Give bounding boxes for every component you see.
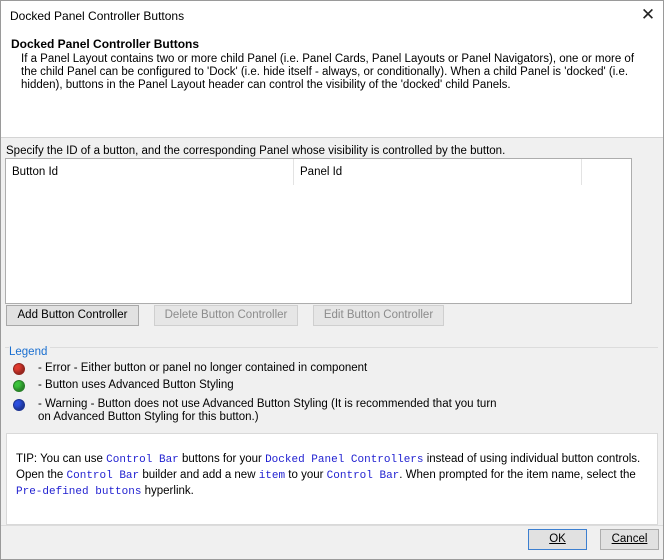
- header-title: Docked Panel Controller Buttons: [11, 37, 200, 51]
- ok-button[interactable]: OK: [528, 529, 587, 550]
- header-panel: Docked Panel Controller Buttons If a Pan…: [1, 31, 663, 138]
- tip-text-part: . When prompted for the item name, selec…: [399, 469, 636, 481]
- tip-text-part: to your: [285, 469, 327, 481]
- success-status-icon: [13, 380, 25, 392]
- tip-code-item: item: [258, 470, 286, 482]
- legend-advanced-styling-text: - Button uses Advanced Button Styling: [38, 379, 234, 391]
- tip-code-control-bar: Control Bar: [106, 454, 179, 466]
- column-header-button-id[interactable]: Button Id: [6, 159, 294, 185]
- button-controller-table[interactable]: Button Id Panel Id: [5, 158, 632, 304]
- instruction-text: Specify the ID of a button, and the corr…: [6, 145, 506, 157]
- tip-code-control-bar: Control Bar: [326, 470, 400, 482]
- tip-code-docked-panel-controllers: Docked Panel Controllers: [265, 454, 424, 466]
- warning-status-icon: [13, 399, 25, 411]
- dialog-window: Docked Panel Controller Buttons ✕ Docked…: [0, 0, 664, 560]
- legend-error-text: - Error - Either button or panel no long…: [38, 362, 368, 374]
- delete-button-controller-button[interactable]: Delete Button Controller: [154, 305, 298, 326]
- tip-text: TIP: You can use Control Bar buttons for…: [16, 452, 651, 500]
- edit-button-controller-button[interactable]: Edit Button Controller: [313, 305, 444, 326]
- add-button-controller-button[interactable]: Add Button Controller: [6, 305, 139, 326]
- legend-warning-text: - Warning - Button does not use Advanced…: [38, 398, 497, 423]
- tip-text-part: hyperlink.: [141, 485, 194, 497]
- title-bar: Docked Panel Controller Buttons ✕: [1, 1, 663, 31]
- footer-divider: [1, 525, 663, 526]
- tip-code-predefined-buttons: Pre-defined buttons: [16, 486, 142, 498]
- window-title: Docked Panel Controller Buttons: [10, 9, 185, 23]
- tip-text-part: buttons for your: [178, 453, 266, 465]
- tip-text-part: TIP: You can use: [16, 453, 107, 465]
- tip-panel: TIP: You can use Control Bar buttons for…: [6, 433, 658, 525]
- error-status-icon: [13, 363, 25, 375]
- tip-code-control-bar: Control Bar: [66, 470, 140, 482]
- legend-label: Legend: [9, 346, 51, 358]
- header-description: If a Panel Layout contains two or more c…: [21, 53, 635, 91]
- column-header-panel-id[interactable]: Panel Id: [294, 159, 582, 185]
- close-icon[interactable]: ✕: [637, 4, 659, 26]
- tip-text-part: builder and add a new: [139, 469, 259, 481]
- cancel-button[interactable]: Cancel: [600, 529, 659, 550]
